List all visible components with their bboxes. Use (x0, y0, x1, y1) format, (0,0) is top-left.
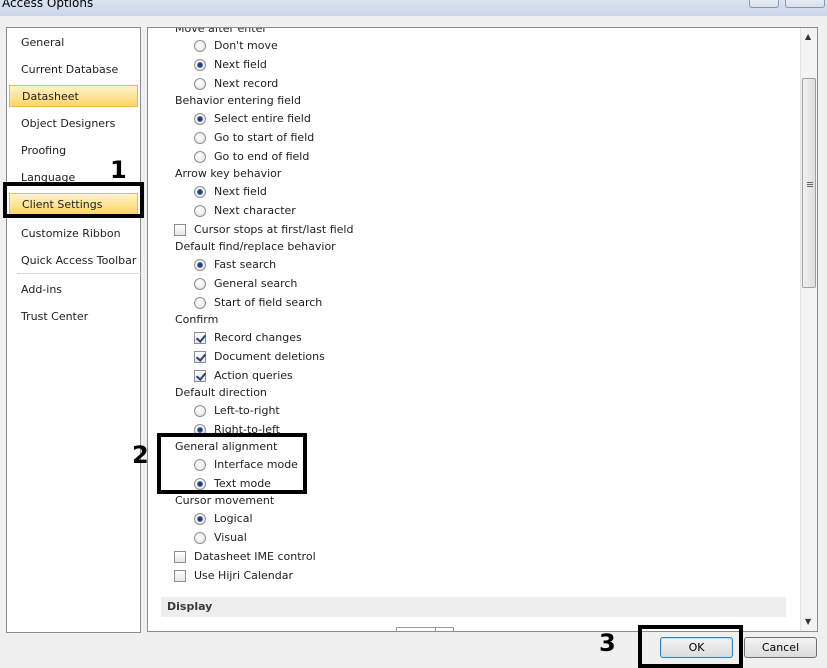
title-bar: Access Options (0, 0, 827, 16)
radio-button[interactable] (194, 259, 206, 271)
sidebar-item-datasheet[interactable]: Datasheet (9, 85, 138, 107)
sidebar-item-customize-ribbon[interactable]: Customize Ribbon (9, 223, 138, 245)
checkbox[interactable] (174, 551, 186, 563)
checkbox[interactable] (174, 570, 186, 582)
radio-button[interactable] (194, 297, 206, 309)
scroll-up-arrow-icon[interactable]: ▲ (805, 32, 811, 41)
radio-button[interactable] (194, 513, 206, 525)
radio-button[interactable] (194, 151, 206, 163)
radio-button[interactable] (194, 132, 206, 144)
radio-button[interactable] (194, 78, 206, 90)
default-direction-label: Default direction (175, 386, 267, 399)
radio-button[interactable] (194, 186, 206, 198)
checkbox[interactable] (194, 351, 206, 363)
move-after-enter-label: Move after enter (175, 27, 267, 35)
options-content-panel: Move after enter Don't move Next field N… (147, 27, 818, 632)
sidebar: General Current Database Datasheet Objec… (6, 27, 141, 633)
radio-button[interactable] (194, 278, 206, 290)
annotation-number-1: 1 (110, 156, 127, 184)
radio-button[interactable] (194, 405, 206, 417)
cursor-movement-label: Cursor movement (175, 494, 275, 507)
minimize-button[interactable] (749, 0, 779, 8)
annotation-number-3: 3 (599, 629, 616, 657)
checkbox[interactable] (194, 370, 206, 382)
sidebar-item-quick-access-toolbar[interactable]: Quick Access Toolbar (9, 250, 138, 272)
sidebar-item-current-database[interactable]: Current Database (9, 59, 138, 81)
find-replace-behavior-label: Default find/replace behavior (175, 240, 336, 253)
radio-button[interactable] (194, 113, 206, 125)
cancel-button[interactable]: Cancel (744, 637, 817, 658)
partial-control (396, 627, 454, 631)
window-title: Access Options (2, 0, 94, 10)
display-section-header: Display (161, 597, 786, 617)
scroll-down-arrow-icon[interactable]: ▼ (805, 617, 811, 626)
sidebar-item-general[interactable]: General (9, 32, 138, 54)
radio-button[interactable] (194, 59, 206, 71)
checkbox[interactable] (174, 224, 186, 236)
highlight-box-ok-button (638, 625, 743, 668)
highlight-box-general-alignment (157, 433, 307, 494)
confirm-label: Confirm (175, 313, 219, 326)
annotation-number-2: 2 (132, 441, 149, 469)
arrow-key-behavior-label: Arrow key behavior (175, 167, 282, 180)
sidebar-item-add-ins[interactable]: Add-ins (9, 279, 138, 301)
behavior-entering-field-label: Behavior entering field (175, 94, 301, 107)
checkbox[interactable] (194, 332, 206, 344)
close-button[interactable] (785, 0, 825, 8)
sidebar-item-trust-center[interactable]: Trust Center (9, 306, 138, 328)
radio-button[interactable] (194, 205, 206, 217)
scrollbar-thumb[interactable] (802, 78, 816, 288)
radio-button[interactable] (194, 40, 206, 52)
content-scrollbar[interactable]: ▲ ▼ (800, 28, 817, 631)
radio-button[interactable] (194, 532, 206, 544)
sidebar-item-object-designers[interactable]: Object Designers (9, 113, 138, 135)
highlight-box-client-settings (3, 182, 144, 218)
sidebar-separator (17, 273, 141, 274)
grip-icon (807, 182, 813, 187)
